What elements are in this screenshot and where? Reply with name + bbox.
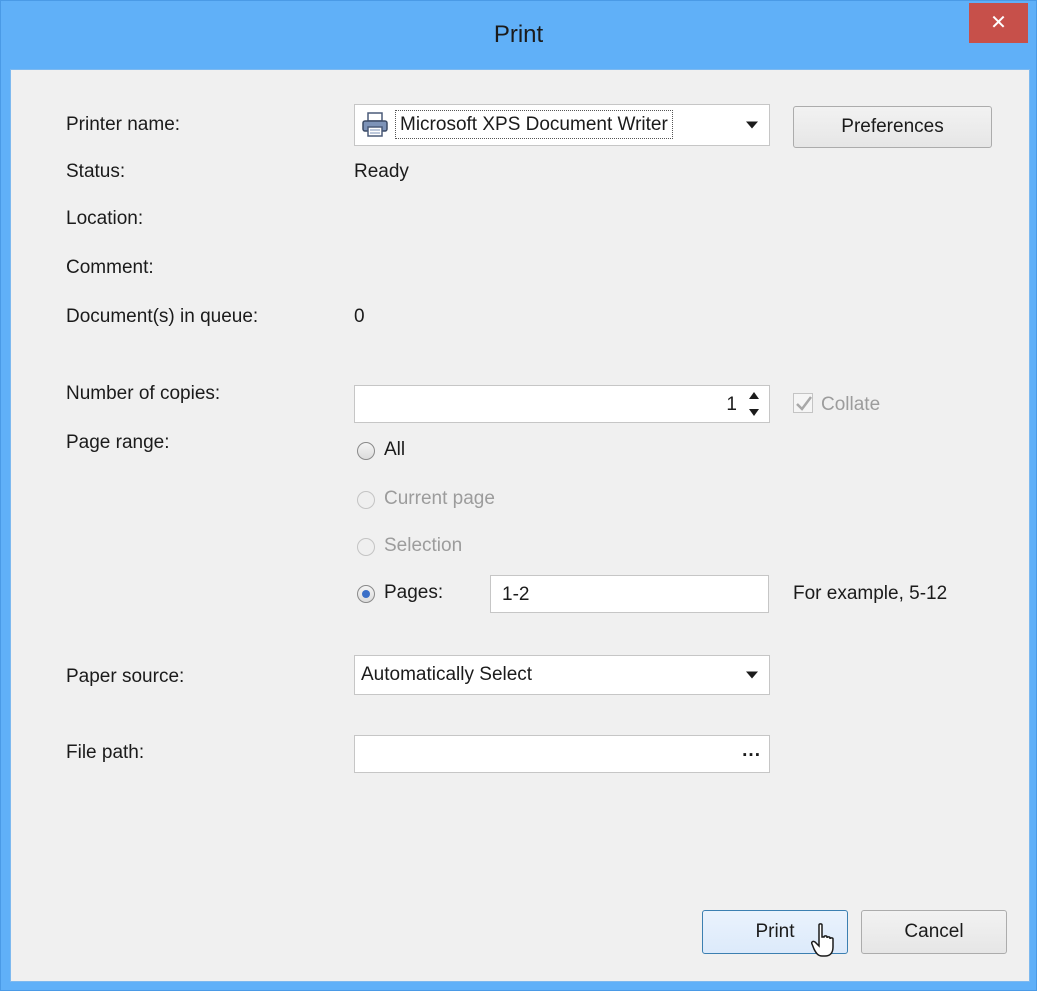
window-title: Print <box>493 21 544 48</box>
radio-pages[interactable] <box>357 585 375 603</box>
radio-selection-label[interactable]: Selection <box>384 535 462 557</box>
paper-source-label: Paper source: <box>66 666 185 687</box>
comment-label: Comment: <box>66 257 154 278</box>
preferences-button[interactable]: Preferences <box>793 106 992 148</box>
docs-in-queue-value: 0 <box>354 306 365 327</box>
page-range-label: Page range: <box>66 432 170 453</box>
cancel-button[interactable]: Cancel <box>861 910 1007 954</box>
printer-icon <box>361 111 389 144</box>
close-icon: ✕ <box>990 12 1007 34</box>
chevron-down-icon <box>746 671 758 679</box>
radio-pages-label[interactable]: Pages: <box>384 582 443 604</box>
radio-current-page[interactable] <box>357 491 375 509</box>
radio-current-page-label[interactable]: Current page <box>384 488 495 510</box>
status-label: Status: <box>66 161 126 182</box>
checkmark-icon <box>796 396 812 411</box>
hand-cursor-icon <box>811 923 834 957</box>
copies-value: 1 <box>726 394 737 415</box>
pages-example-hint: For example, 5-12 <box>793 583 948 604</box>
docs-in-queue-label: Document(s) in queue: <box>66 306 259 327</box>
pages-input-value: 1-2 <box>502 584 530 605</box>
collate-checkbox[interactable] <box>793 393 813 413</box>
file-path-label: File path: <box>66 742 145 763</box>
paper-source-combo[interactable]: Automatically Select <box>354 655 770 695</box>
browse-button[interactable]: ... <box>742 740 761 762</box>
file-path-input[interactable]: ... <box>354 735 770 773</box>
dialog-client-area: Printer name: Status: Location: Comment:… <box>10 69 1030 982</box>
radio-selection[interactable] <box>357 538 375 556</box>
copies-spinbox[interactable]: 1 <box>354 385 770 423</box>
radio-all-label[interactable]: All <box>384 439 405 461</box>
collate-label: Collate <box>821 394 881 415</box>
number-of-copies-label: Number of copies: <box>66 383 221 404</box>
printer-name-value: Microsoft XPS Document Writer <box>395 110 673 139</box>
chevron-down-icon <box>746 121 758 129</box>
status-value: Ready <box>354 161 409 182</box>
radio-all[interactable] <box>357 442 375 460</box>
printer-name-label: Printer name: <box>66 114 181 135</box>
close-button[interactable]: ✕ <box>969 3 1028 43</box>
paper-source-value: Automatically Select <box>361 664 533 685</box>
spin-up-icon[interactable] <box>749 392 759 399</box>
pages-input[interactable]: 1-2 <box>490 575 769 613</box>
radio-selected-dot <box>362 590 370 598</box>
spin-down-icon[interactable] <box>749 409 759 416</box>
print-dialog-window: Print ✕ Printer name: Status: Location: … <box>0 0 1037 991</box>
location-label: Location: <box>66 208 144 229</box>
printer-name-combo[interactable]: Microsoft XPS Document Writer <box>354 104 770 146</box>
